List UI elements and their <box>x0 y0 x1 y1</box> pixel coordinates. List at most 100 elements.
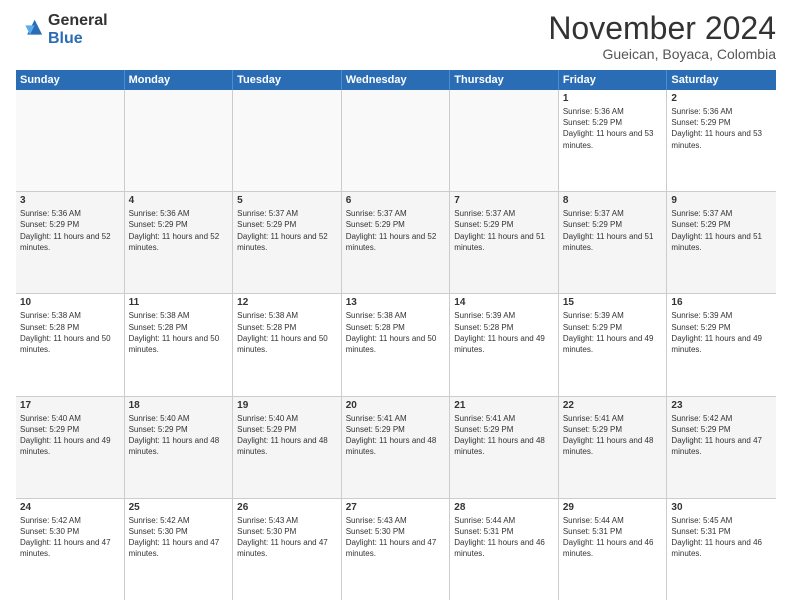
calendar-cell: 3Sunrise: 5:36 AMSunset: 5:29 PMDaylight… <box>16 192 125 293</box>
day-number: 28 <box>454 502 554 513</box>
day-number: 23 <box>671 400 772 411</box>
location: Gueican, Boyaca, Colombia <box>548 46 776 62</box>
cell-info: Sunrise: 5:37 AMSunset: 5:29 PMDaylight:… <box>563 208 663 253</box>
calendar-row-3: 10 Sunrise: 5:38 AMSunset: 5:28 PMDayligh… <box>16 294 776 396</box>
calendar-cell: 4 Sunrise: 5:36 AMSunset: 5:29 PMDaylight… <box>125 192 234 293</box>
day-number: 10 <box>20 297 120 308</box>
weekday-header-sunday: Sunday <box>16 70 125 90</box>
calendar-cell: 8 Sunrise: 5:37 AMSunset: 5:29 PMDaylight… <box>559 192 668 293</box>
cell-info: Sunrise: 5:39 AMSunset: 5:29 PMDaylight:… <box>563 310 663 355</box>
day-number: 16 <box>671 297 772 308</box>
weekday-header-wednesday: Wednesday <box>342 70 451 90</box>
calendar-cell: 19Sunrise: 5:40 AMSunset: 5:29 PMDayligh… <box>233 397 342 498</box>
calendar-cell: 7 Sunrise: 5:37 AMSunset: 5:29 PMDaylight… <box>450 192 559 293</box>
calendar-cell: 17 Sunrise: 5:40 AMSunset: 5:29 PMDayligh… <box>16 397 125 498</box>
cell-info: Sunrise: 5:40 AMSunset: 5:29 PMDaylight:… <box>20 413 120 458</box>
calendar-cell: 22 Sunrise: 5:41 AMSunset: 5:29 PMDayligh… <box>559 397 668 498</box>
calendar-row-5: 24 Sunrise: 5:42 AMSunset: 5:30 PMDayligh… <box>16 499 776 600</box>
day-number: 8 <box>563 195 663 206</box>
calendar-cell: 18Sunrise: 5:40 AMSunset: 5:29 PMDayligh… <box>125 397 234 498</box>
calendar-cell: 9 Sunrise: 5:37 AMSunset: 5:29 PMDaylight… <box>667 192 776 293</box>
day-number: 29 <box>563 502 663 513</box>
calendar-cell: 30 Sunrise: 5:45 AMSunset: 5:31 PMDayligh… <box>667 499 776 600</box>
logo-blue: Blue <box>48 30 108 48</box>
cell-info: Sunrise: 5:42 AMSunset: 5:30 PMDaylight:… <box>20 515 120 560</box>
day-number: 21 <box>454 400 554 411</box>
day-number: 13 <box>346 297 446 308</box>
day-number: 18 <box>129 400 229 411</box>
weekday-header-monday: Monday <box>125 70 234 90</box>
cell-info: Sunrise: 5:43 AMSunset: 5:30 PMDaylight:… <box>346 515 446 560</box>
day-number: 25 <box>129 502 229 513</box>
day-number: 7 <box>454 195 554 206</box>
day-number: 20 <box>346 400 446 411</box>
cell-info: Sunrise: 5:36 AMSunset: 5:29 PMDaylight:… <box>671 106 772 151</box>
calendar-cell <box>450 90 559 191</box>
cell-info: Sunrise: 5:36 AMSunset: 5:29 PMDaylight:… <box>20 208 120 253</box>
day-number: 24 <box>20 502 120 513</box>
cell-info: Sunrise: 5:41 AMSunset: 5:29 PMDaylight:… <box>454 413 554 458</box>
day-number: 11 <box>129 297 229 308</box>
weekday-header-tuesday: Tuesday <box>233 70 342 90</box>
calendar-cell <box>342 90 451 191</box>
cell-info: Sunrise: 5:37 AMSunset: 5:29 PMDaylight:… <box>671 208 772 253</box>
cell-info: Sunrise: 5:42 AMSunset: 5:29 PMDaylight:… <box>671 413 772 458</box>
cell-info: Sunrise: 5:37 AMSunset: 5:29 PMDaylight:… <box>454 208 554 253</box>
cell-info: Sunrise: 5:38 AMSunset: 5:28 PMDaylight:… <box>346 310 446 355</box>
day-number: 1 <box>563 93 663 104</box>
logo-general: General <box>48 12 108 30</box>
calendar-cell: 12 Sunrise: 5:38 AMSunset: 5:28 PMDayligh… <box>233 294 342 395</box>
logo-text: General Blue <box>48 12 108 47</box>
day-number: 4 <box>129 195 229 206</box>
day-number: 2 <box>671 93 772 104</box>
day-number: 12 <box>237 297 337 308</box>
cell-info: Sunrise: 5:41 AMSunset: 5:29 PMDaylight:… <box>563 413 663 458</box>
day-number: 5 <box>237 195 337 206</box>
cell-info: Sunrise: 5:37 AMSunset: 5:29 PMDaylight:… <box>346 208 446 253</box>
calendar-cell: 16Sunrise: 5:39 AMSunset: 5:29 PMDayligh… <box>667 294 776 395</box>
cell-info: Sunrise: 5:36 AMSunset: 5:29 PMDaylight:… <box>563 106 663 151</box>
calendar-cell: 21 Sunrise: 5:41 AMSunset: 5:29 PMDayligh… <box>450 397 559 498</box>
day-number: 17 <box>20 400 120 411</box>
calendar-cell: 11 Sunrise: 5:38 AMSunset: 5:28 PMDayligh… <box>125 294 234 395</box>
calendar-cell: 14 Sunrise: 5:39 AMSunset: 5:28 PMDayligh… <box>450 294 559 395</box>
calendar-cell: 6 Sunrise: 5:37 AMSunset: 5:29 PMDaylight… <box>342 192 451 293</box>
calendar-cell: 26 Sunrise: 5:43 AMSunset: 5:30 PMDayligh… <box>233 499 342 600</box>
calendar-cell <box>233 90 342 191</box>
cell-info: Sunrise: 5:43 AMSunset: 5:30 PMDaylight:… <box>237 515 337 560</box>
calendar-cell: 15Sunrise: 5:39 AMSunset: 5:29 PMDayligh… <box>559 294 668 395</box>
calendar: SundayMondayTuesdayWednesdayThursdayFrid… <box>16 70 776 600</box>
calendar-row-4: 17 Sunrise: 5:40 AMSunset: 5:29 PMDayligh… <box>16 397 776 499</box>
cell-info: Sunrise: 5:44 AMSunset: 5:31 PMDaylight:… <box>454 515 554 560</box>
calendar-cell: 23 Sunrise: 5:42 AMSunset: 5:29 PMDayligh… <box>667 397 776 498</box>
calendar-cell: 24 Sunrise: 5:42 AMSunset: 5:30 PMDayligh… <box>16 499 125 600</box>
cell-info: Sunrise: 5:45 AMSunset: 5:31 PMDaylight:… <box>671 515 772 560</box>
calendar-cell <box>16 90 125 191</box>
weekday-header-saturday: Saturday <box>667 70 776 90</box>
calendar-row-2: 3Sunrise: 5:36 AMSunset: 5:29 PMDaylight… <box>16 192 776 294</box>
cell-info: Sunrise: 5:36 AMSunset: 5:29 PMDaylight:… <box>129 208 229 253</box>
header: General Blue November 2024 Gueican, Boya… <box>16 12 776 62</box>
weekday-header-friday: Friday <box>559 70 668 90</box>
cell-info: Sunrise: 5:39 AMSunset: 5:28 PMDaylight:… <box>454 310 554 355</box>
cell-info: Sunrise: 5:42 AMSunset: 5:30 PMDaylight:… <box>129 515 229 560</box>
calendar-cell: 2 Sunrise: 5:36 AMSunset: 5:29 PMDaylight… <box>667 90 776 191</box>
day-number: 14 <box>454 297 554 308</box>
calendar-cell: 1 Sunrise: 5:36 AMSunset: 5:29 PMDaylight… <box>559 90 668 191</box>
day-number: 6 <box>346 195 446 206</box>
day-number: 26 <box>237 502 337 513</box>
weekday-header-thursday: Thursday <box>450 70 559 90</box>
cell-info: Sunrise: 5:38 AMSunset: 5:28 PMDaylight:… <box>20 310 120 355</box>
calendar-cell: 13 Sunrise: 5:38 AMSunset: 5:28 PMDayligh… <box>342 294 451 395</box>
logo-icon <box>16 16 44 44</box>
day-number: 9 <box>671 195 772 206</box>
day-number: 19 <box>237 400 337 411</box>
day-number: 22 <box>563 400 663 411</box>
cell-info: Sunrise: 5:38 AMSunset: 5:28 PMDaylight:… <box>129 310 229 355</box>
cell-info: Sunrise: 5:38 AMSunset: 5:28 PMDaylight:… <box>237 310 337 355</box>
cell-info: Sunrise: 5:37 AMSunset: 5:29 PMDaylight:… <box>237 208 337 253</box>
calendar-cell <box>125 90 234 191</box>
month-title: November 2024 <box>548 12 776 44</box>
day-number: 30 <box>671 502 772 513</box>
calendar-cell: 27Sunrise: 5:43 AMSunset: 5:30 PMDayligh… <box>342 499 451 600</box>
